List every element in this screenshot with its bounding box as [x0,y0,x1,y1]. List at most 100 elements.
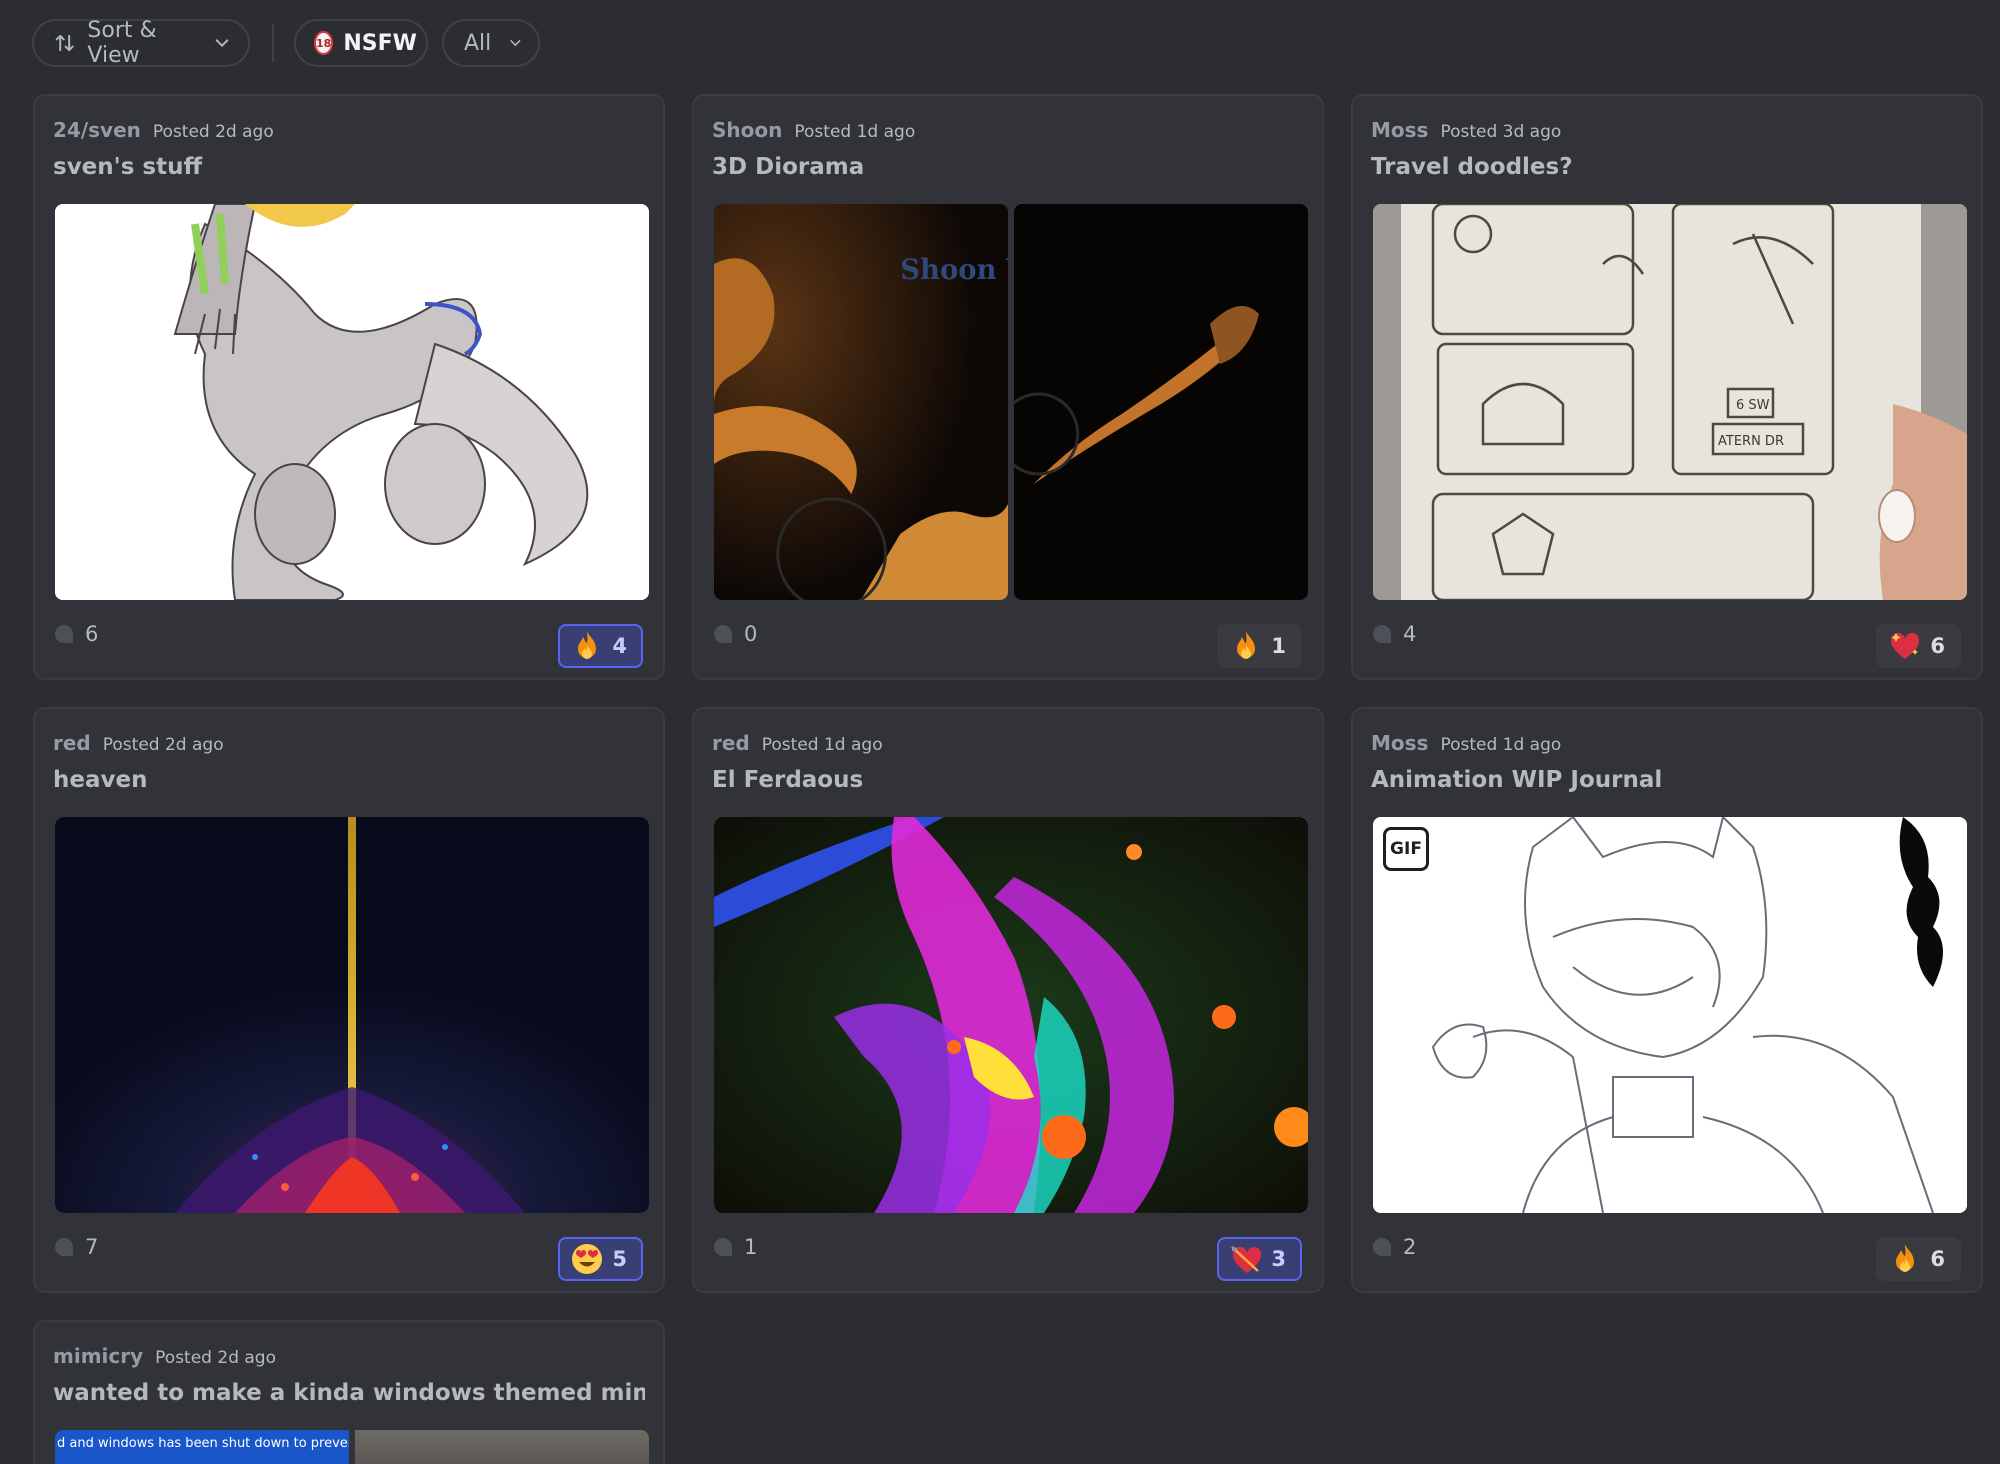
post-timestamp: Posted 2d ago [102,735,224,755]
post-title[interactable]: heaven [53,767,645,793]
reaction-button[interactable]: 6 [1876,624,1961,668]
post-card[interactable]: 24/sven Posted 2d ago sven's stuff 6 4 [33,94,665,680]
post-meta: Shoon Posted 1d ago [712,118,915,142]
reaction-count: 1 [1271,634,1286,658]
comment-count-value: 6 [85,622,99,646]
post-title[interactable]: El Ferdaous [712,767,1304,793]
post-timestamp: Posted 3d ago [1440,122,1562,142]
comment-bubble-icon [1373,1238,1391,1256]
chevron-down-icon [510,40,521,47]
post-timestamp: Posted 1d ago [794,122,916,142]
watermark-text: Shoon Vy [900,253,1008,286]
preview-text: d and windows has been shut down to prev… [57,1436,349,1451]
age-restricted-icon: 18 [314,31,334,55]
tag-filter-dropdown[interactable]: All [442,19,540,67]
post-thumbnail[interactable] [714,817,1308,1213]
post-title[interactable]: sven's stuff [53,154,645,180]
post-meta: 24/sven Posted 2d ago [53,118,274,142]
mimic-photo-image [355,1430,649,1464]
reaction-button[interactable]: 3 [1217,1237,1302,1281]
fire-emoji-icon [578,631,597,659]
comment-bubble-icon [55,625,73,643]
post-card[interactable]: Moss Posted 3d ago Travel doodles? 6 SW … [1351,94,1983,680]
forum-toolbar: Sort & View 18 NSFW All [32,18,540,68]
post-footer: 2 6 [1371,1235,1961,1281]
post-title[interactable]: wanted to make a kinda windows themed mi… [53,1380,645,1406]
comment-count[interactable]: 7 [53,1235,98,1259]
post-author[interactable]: red [53,731,91,755]
sketchbook-photo: 6 SW ATERN DR [1373,204,1967,600]
comment-count[interactable]: 0 [712,622,757,646]
lineart-animation-frame [1373,817,1967,1213]
post-card[interactable]: mimicry Posted 2d ago wanted to make a k… [33,1320,665,1464]
post-title[interactable]: Animation WIP Journal [1371,767,1963,793]
post-thumbnail[interactable]: GIF [1373,817,1967,1213]
sketch-sign-text: 6 SW [1736,398,1770,413]
nsfw-tag-filter[interactable]: 18 NSFW [294,19,428,67]
diorama-image-right [1014,204,1308,600]
comment-count-value: 7 [85,1235,99,1259]
post-thumbnail[interactable] [55,817,649,1213]
comment-count[interactable]: 2 [1371,1235,1416,1259]
post-author[interactable]: Moss [1371,731,1428,755]
abstract-color-artwork [714,817,1308,1213]
sparkling-heart-emoji-icon [1891,632,1920,659]
post-thumbnail[interactable]: 6 SW ATERN DR [1373,204,1967,600]
post-author[interactable]: Moss [1371,118,1428,142]
reaction-count: 3 [1271,1247,1286,1271]
tag-filter-label: All [464,30,492,56]
reaction-count: 4 [612,634,627,658]
comment-bubble-icon [714,1238,732,1256]
post-meta: red Posted 1d ago [712,731,883,755]
comment-count-value: 2 [1403,1235,1417,1259]
reaction-count: 5 [612,1247,627,1271]
post-thumbnail[interactable]: d and windows has been shut down to prev… [55,1430,649,1464]
post-title[interactable]: 3D Diorama [712,154,1304,180]
comment-bubble-icon [1373,625,1391,643]
post-thumbnail[interactable] [55,204,649,600]
comment-count-value: 0 [744,622,758,646]
post-footer: 6 4 [53,622,643,668]
reaction-button[interactable]: 6 [1876,1237,1961,1281]
post-footer: 1 3 [712,1235,1302,1281]
comment-count[interactable]: 1 [712,1235,757,1259]
character-sketch-image [55,204,649,600]
post-card[interactable]: Moss Posted 1d ago Animation WIP Journal… [1351,707,1983,1293]
chevron-down-icon [215,39,229,48]
reaction-button[interactable]: 1 [1217,624,1302,668]
reaction-button[interactable]: 5 [558,1237,643,1281]
gif-badge: GIF [1383,827,1429,871]
post-card[interactable]: red Posted 1d ago El Ferdaous 1 3 [692,707,1324,1293]
comment-bubble-icon [55,1238,73,1256]
post-footer: 4 6 [1371,622,1961,668]
comment-bubble-icon [714,625,732,643]
sketch-sign-text: ATERN DR [1718,434,1784,449]
comment-count[interactable]: 6 [53,622,98,646]
nsfw-label: NSFW [343,30,417,56]
post-author[interactable]: mimicry [53,1344,143,1368]
comment-count-value: 1 [744,1235,758,1259]
diorama-image-left: Shoon Vy [714,204,1008,600]
post-meta: Moss Posted 3d ago [1371,118,1561,142]
post-title[interactable]: Travel doodles? [1371,154,1963,180]
comment-count[interactable]: 4 [1371,622,1416,646]
post-footer: 7 5 [53,1235,643,1281]
post-meta: mimicry Posted 2d ago [53,1344,276,1368]
post-meta: red Posted 2d ago [53,731,224,755]
reaction-count: 6 [1930,634,1945,658]
sort-view-button[interactable]: Sort & View [32,18,250,68]
post-timestamp: Posted 1d ago [1440,735,1562,755]
post-author[interactable]: Shoon [712,118,782,142]
post-timestamp: Posted 2d ago [155,1348,276,1368]
post-author[interactable]: 24/sven [53,118,141,142]
post-author[interactable]: red [712,731,750,755]
post-timestamp: Posted 2d ago [152,122,274,142]
reaction-button[interactable]: 4 [558,624,643,668]
fire-emoji-icon [1896,1244,1915,1272]
post-card[interactable]: Shoon Posted 1d ago 3D Diorama Shoon Vy [692,94,1324,680]
comment-count-value: 4 [1403,622,1417,646]
heart-with-arrow-emoji-icon [1231,1246,1262,1273]
post-footer: 0 1 [712,622,1302,668]
post-card[interactable]: red Posted 2d ago heaven 7 5 [33,707,665,1293]
post-thumbnail[interactable]: Shoon Vy [714,204,1308,600]
